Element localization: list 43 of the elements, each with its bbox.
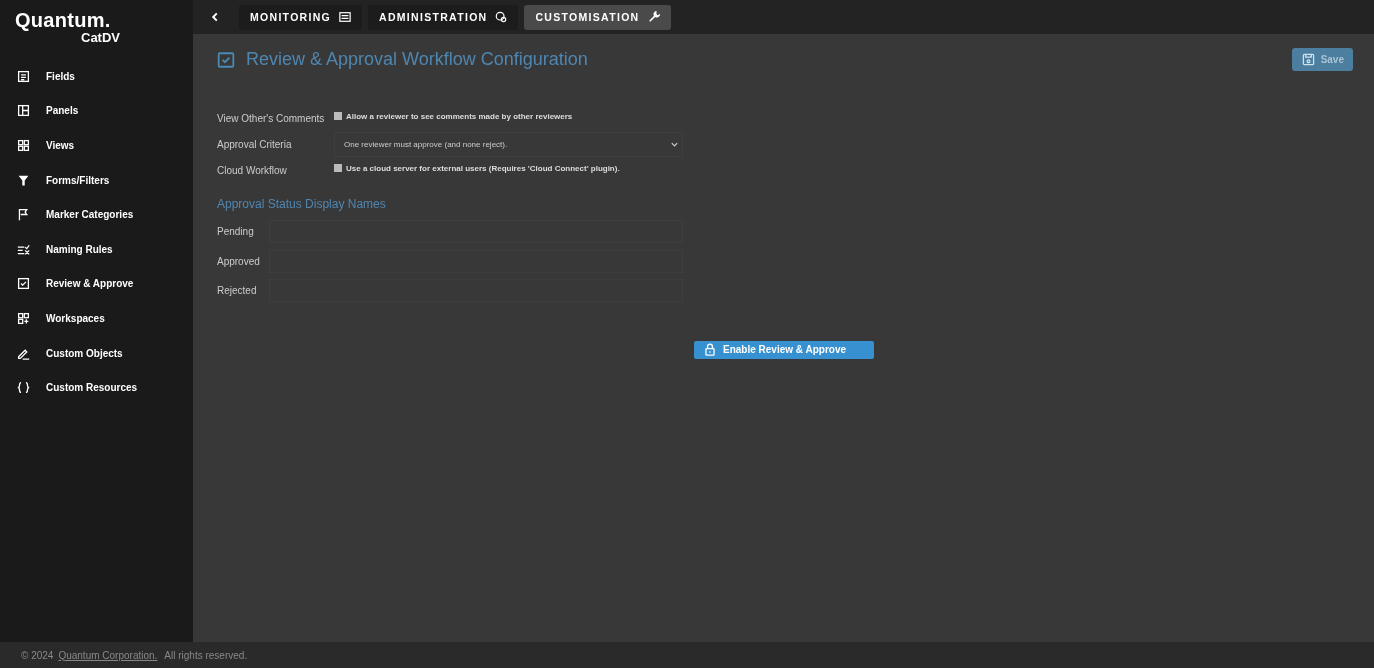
sidebar-item[interactable]: Custom Objects [0, 335, 193, 371]
checkbox-label: Allow a reviewer to see comments made by other reviewers [346, 112, 573, 121]
braces-icon [17, 381, 30, 395]
field-label: Approved [217, 255, 261, 267]
field-label: Rejected [217, 285, 258, 297]
checkbox-label: Use a cloud server for external users (Requires 'Cloud Connect' plugin). [346, 164, 620, 173]
sidebar-item[interactable]: Marker Categories [0, 197, 193, 232]
sidebar-item[interactable]: Custom Resources [0, 370, 193, 405]
catdv-logo: CatDV [81, 30, 120, 45]
sidebar-item[interactable]: Review & Approve [0, 266, 193, 302]
nav-tab[interactable]: MONITORING [239, 4, 363, 30]
copyright-text: © 2024 [21, 649, 54, 661]
section-heading: Approval Status Display Names [217, 197, 387, 211]
panel-icon [17, 104, 30, 118]
padlock-icon [704, 343, 716, 356]
checkbox-icon [217, 50, 235, 69]
nav-tab[interactable]: ADMINISTRATION [368, 4, 519, 30]
sidebar-item[interactable]: Forms/Filters [0, 162, 193, 198]
rights-text: All rights reserved. [164, 649, 248, 661]
setting-label: View Other's Comments [217, 112, 326, 124]
quantum-logo: Quantum. [15, 9, 111, 32]
filter-icon [17, 173, 30, 187]
sidebar-item[interactable]: Panels [0, 93, 193, 129]
wrench-icon [647, 11, 660, 23]
rules-icon [17, 242, 30, 256]
sidebar-item[interactable]: Fields [0, 59, 193, 94]
grid-icon [17, 139, 30, 152]
grid-plus-icon [17, 311, 30, 325]
checkbox-icon [17, 277, 30, 291]
list-icon [17, 69, 30, 83]
setting-label: Approval Criteria [217, 138, 293, 150]
company-link[interactable]: Quantum Corporation. [58, 649, 158, 661]
sidebar-item[interactable]: Views [0, 128, 193, 163]
field-label: Pending [217, 226, 255, 238]
flag-icon [17, 208, 30, 222]
setting-label: Cloud Workflow [217, 164, 288, 176]
approval-criteria-dropdown[interactable]: One reviewer must approve (and none reject). [334, 131, 683, 157]
checkbox[interactable] [334, 112, 342, 120]
checkbox[interactable] [334, 164, 342, 172]
page-title: Review & Approval Workflow Configuration [246, 49, 589, 70]
sidebar-item[interactable]: Workspaces [0, 301, 193, 336]
nav-tab[interactable]: CUSTOMISATION [524, 4, 671, 30]
sidebar-item[interactable]: Naming Rules [0, 231, 193, 267]
